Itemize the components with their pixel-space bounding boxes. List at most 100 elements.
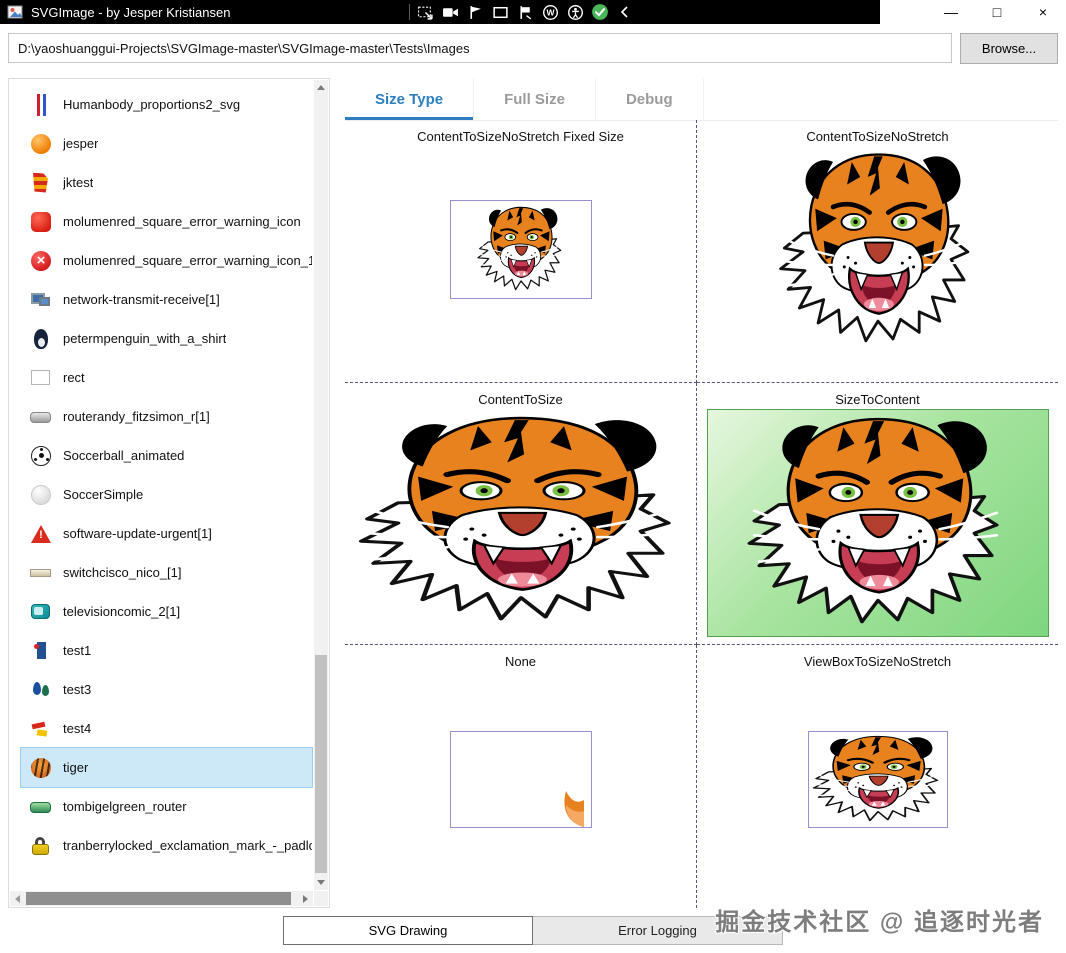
list-item-soccerball[interactable]: Soccerball_animated [21,436,312,475]
list-item-test1[interactable]: test1 [21,631,312,670]
tab-full-size[interactable]: Full Size [474,78,596,120]
list-item-padlock[interactable]: tranberrylocked_exclamation_mark_-_padlc [21,826,312,865]
tab-debug[interactable]: Debug [596,78,704,120]
rectangle-icon [29,366,53,390]
panel-title: ViewBoxToSizeNoStretch [803,654,952,670]
orange-sphere-icon [29,132,53,156]
panel-title: ContentToSizeNoStretch [806,129,949,144]
switch-icon [29,561,53,585]
preview-panel: Size Type Full Size Debug ContentToSizeN… [345,78,1058,908]
word-circle-icon[interactable]: W [540,2,560,22]
test3-icon [29,678,53,702]
soccer-ball-icon [29,444,53,468]
accessibility-icon[interactable] [565,2,585,22]
maximize-button[interactable]: □ [974,0,1020,24]
list-item-jktest[interactable]: jktest [21,163,312,202]
list-item-software-update[interactable]: software-update-urgent[1] [21,514,312,553]
list-item-switch[interactable]: switchcisco_nico_[1] [21,553,312,592]
address-bar: Browse... [0,24,1066,72]
panel-title: ContentToSize [478,391,563,407]
list-item-router-grey[interactable]: routerandy_fitzsimon_r[1] [21,397,312,436]
panel-title: None [504,654,537,670]
list-item-penguin[interactable]: petermpenguin_with_a_shirt [21,319,312,358]
capture-region-icon[interactable] [415,2,435,22]
browse-button[interactable]: Browse... [960,32,1058,64]
color-blocks-icon [29,171,53,195]
titlebar: SVGImage - by Jesper Kristiansen W — □ × [0,0,1066,24]
tiger-image [352,410,690,632]
minimize-button[interactable]: — [928,0,974,24]
vertical-scrollbar[interactable] [314,80,328,890]
app-window: { "window": { "title": "SVGImage - by Je… [0,0,1066,953]
router-grey-icon [29,405,53,429]
tiger-image [742,411,1014,635]
video-record-icon[interactable] [440,2,460,22]
size-type-grid: ContentToSizeNoStretch Fixed Size Conten… [345,120,1058,908]
panel-title: ContentToSizeNoStretch Fixed Size [417,129,624,144]
scroll-left-arrow[interactable] [10,891,25,906]
white-sphere-icon [29,483,53,507]
tiger-image [811,735,939,823]
close-button[interactable]: × [1020,0,1066,24]
tab-svg-drawing[interactable]: SVG Drawing [283,916,533,945]
list-item-rect[interactable]: rect [21,358,312,397]
rectangle-select-icon[interactable] [490,2,510,22]
app-icon [7,4,23,20]
list-item-tiger[interactable]: tiger [20,747,313,788]
panel-content-to-size: ContentToSize [345,382,697,646]
window-controls: — □ × [880,0,1066,24]
tab-size-type[interactable]: Size Type [345,78,475,120]
window-title: SVGImage - by Jesper Kristiansen [31,4,231,20]
panel-none: None [345,645,697,908]
scroll-down-arrow[interactable] [314,875,328,890]
list-item-network[interactable]: network-transmit-receive[1] [21,280,312,319]
panel-content-to-size-nostretch: ContentToSizeNoStretch [697,120,1058,383]
red-square-icon [29,210,53,234]
padlock-icon [29,834,53,858]
horizontal-scroll-thumb[interactable] [26,892,291,905]
scrollbar-corner [314,891,328,906]
flag-pin-icon[interactable] [515,2,535,22]
human-body-icon [29,93,53,117]
list-item-router-green[interactable]: tombigelgreen_router [21,787,312,826]
tab-bar: Size Type Full Size Debug [345,78,1058,121]
check-success-icon[interactable] [590,2,610,22]
tiger-image [772,147,984,353]
list-item-red-error[interactable]: molumenred_square_error_warning_icon_1 [21,241,312,280]
list-item-jesper[interactable]: jesper [21,124,312,163]
panel-size-to-content: SizeToContent [697,383,1058,646]
tiger-clipped-fragment [563,791,584,828]
router-green-icon [29,795,53,819]
panel-viewbox-to-size-nostretch: ViewBoxToSizeNoStretch [697,645,1058,908]
list-item-television[interactable]: televisioncomic_2[1] [21,592,312,631]
horizontal-scrollbar[interactable] [10,891,313,906]
scroll-right-arrow[interactable] [298,891,313,906]
list-item-test3[interactable]: test3 [21,670,312,709]
penguin-icon [29,327,53,351]
file-list-panel: Humanbody_proportions2_svg jesper jktest… [8,78,330,908]
list-item-red-square[interactable]: molumenred_square_error_warning_icon [21,202,312,241]
toolbar-separator [409,4,410,20]
red-error-circle-icon [29,249,53,273]
tiger-icon [29,756,53,780]
capture-toolbar: W [404,0,640,24]
tiger-image [476,206,562,291]
list-item-humanbody[interactable]: Humanbody_proportions2_svg [21,85,312,124]
green-image-frame [706,408,1049,637]
list-item-test4[interactable]: test4 [21,709,312,748]
list-item-soccersimple[interactable]: SoccerSimple [21,475,312,514]
flag-marker-icon[interactable] [465,2,485,22]
test1-icon [29,639,53,663]
scroll-up-arrow[interactable] [314,80,328,95]
file-list: Humanbody_proportions2_svg jesper jktest… [9,79,314,891]
test4-icon [29,717,53,741]
panel-title: SizeToContent [835,391,920,407]
watermark-text: 掘金技术社区 @ 追逐时光者 [715,909,1044,936]
collapse-left-icon[interactable] [615,2,635,22]
bottom-tab-bar: SVG Drawing Error Logging [283,916,783,945]
path-input[interactable] [8,33,952,63]
svg-text:W: W [546,7,555,17]
image-frame [449,731,592,829]
vertical-scroll-thumb[interactable] [315,655,327,873]
image-frame [449,200,592,299]
